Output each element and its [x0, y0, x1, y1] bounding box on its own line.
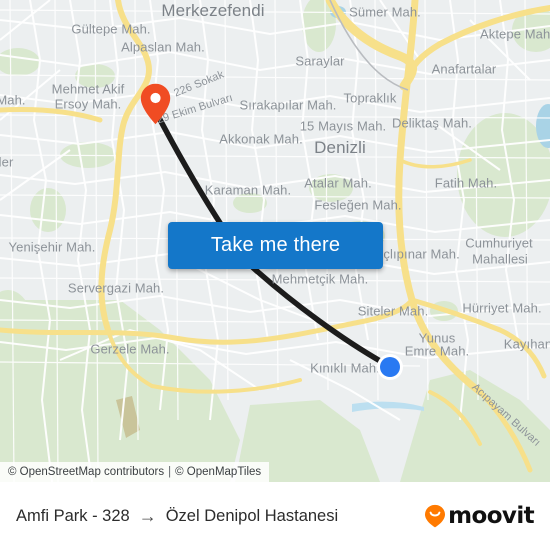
- moovit-pin-icon: [425, 504, 446, 528]
- moovit-logo[interactable]: moovit: [424, 502, 535, 529]
- map-canvas[interactable]: Merkezefendi Sümer Mah. Gültepe Mah. Aktepe…: [0, 0, 550, 482]
- attribution-separator: |: [168, 466, 172, 478]
- map-screenshot: Merkezefendi Sümer Mah. Gültepe Mah. Aktepe…: [0, 0, 550, 550]
- route-destination-label: Özel Denipol Hastanesi: [165, 506, 339, 525]
- destination-marker-dot[interactable]: [376, 353, 404, 381]
- footer-bar: Amfi Park - 328 → Özel Denipol Hastanesi…: [0, 482, 550, 550]
- route-summary: Amfi Park - 328 → Özel Denipol Hastanesi: [16, 507, 338, 526]
- attribution-osm[interactable]: © OpenStreetMap contributors: [8, 466, 164, 478]
- route-origin-label: Amfi Park - 328: [16, 506, 130, 525]
- moovit-wordmark: moovit: [448, 502, 534, 529]
- origin-marker-pin[interactable]: [140, 83, 171, 125]
- arrow-right-icon: →: [138, 506, 157, 526]
- map-attribution: © OpenStreetMap contributors | © OpenMap…: [0, 462, 270, 482]
- take-me-there-button[interactable]: Take me there: [168, 222, 383, 269]
- attribution-openmaptiles[interactable]: © OpenMapTiles: [175, 466, 261, 478]
